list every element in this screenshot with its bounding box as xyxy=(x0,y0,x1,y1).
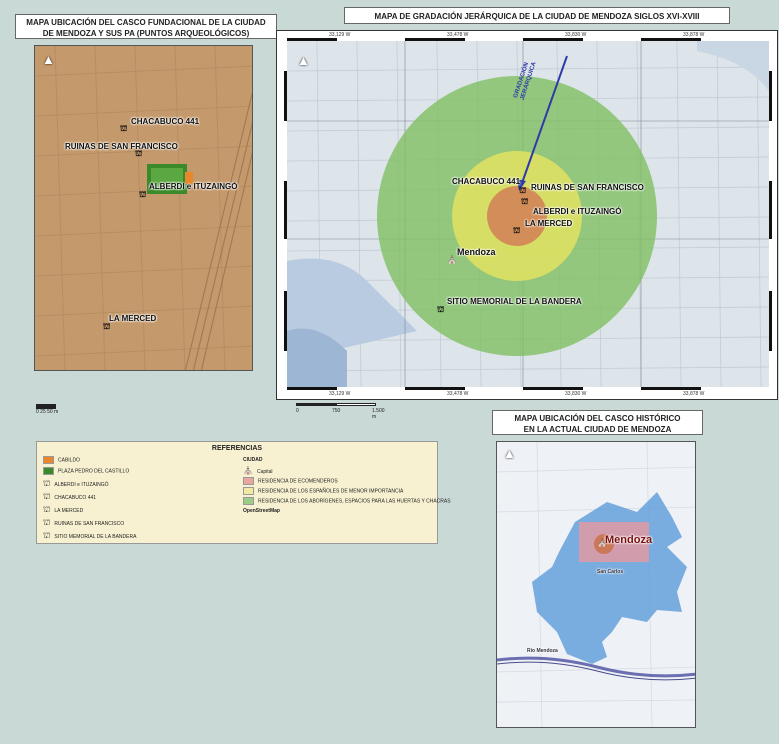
legend-item-espanoles: RESIDENCIA DE LOS ESPAÑOLES DE MENOR IMP… xyxy=(243,487,403,495)
map2-bottom-ticks: 33,129 W 33,478 W 33,830 W 33,878 W xyxy=(277,389,777,399)
north-arrow-icon: ▲ xyxy=(42,52,55,67)
legend-label: RESIDENCIA DE LOS ABORÍGENES, ESPACIOS P… xyxy=(258,498,451,505)
map3-frame[interactable]: ▲ ⛪ Mendoza San Carlos Río Mendoza xyxy=(496,441,696,728)
legend-label: SITIO MEMORIAL DE LA BANDERA xyxy=(54,534,137,540)
map3-label-mendoza: Mendoza xyxy=(605,534,653,546)
tick-label: 33,878 W xyxy=(683,391,705,397)
ruin-icon: ⛫ xyxy=(437,305,445,314)
legend-label: ALBERDI e ITUZAINGÓ xyxy=(54,482,109,488)
legend-item-aborigenes: RESIDENCIA DE LOS ABORÍGENES, ESPACIOS P… xyxy=(243,497,451,505)
map2-label-sitio: SITIO MEMORIAL DE LA BANDERA xyxy=(447,297,582,306)
map1-label-chacabuco: CHACABUCO 441 xyxy=(131,117,200,126)
map3-title-line2: EN LA ACTUAL CIUDAD DE MENDOZA xyxy=(523,425,672,434)
legend-label: RESIDENCIA DE LOS ESPAÑOLES DE MENOR IMP… xyxy=(258,488,404,495)
ruin-icon: ⛫ xyxy=(103,322,111,331)
legend-label: LA MERCED xyxy=(54,508,84,514)
legend-item-encomenderos: RESIDENCIA DE ECOMENDEROS xyxy=(243,477,338,485)
legend-label: CABILDO xyxy=(58,457,80,464)
legend: REFERENCIAS CABILDO PLAZA PEDRO DEL CAST… xyxy=(36,441,451,544)
map1-title: MAPA UBICACIÓN DEL CASCO FUNDACIONAL DE … xyxy=(15,14,277,39)
map3-title-line1: MAPA UBICACIÓN DEL CASCO HISTÓRICO xyxy=(514,414,681,423)
map1-label-merced: LA MERCED xyxy=(109,314,157,323)
map2-label-mendoza: Mendoza xyxy=(457,247,496,257)
espanoles-swatch xyxy=(243,487,254,495)
ruin-icon: ⛫ xyxy=(139,190,147,199)
ruin-icon: ⛫ xyxy=(43,518,51,527)
map1-label-ruinas: RUINAS DE SAN FRANCISCO xyxy=(65,142,178,151)
map2-scale-2: 1.500 m xyxy=(372,408,385,420)
legend-label: RESIDENCIA DE ECOMENDEROS xyxy=(258,478,338,485)
legend-label: Capital xyxy=(256,469,273,475)
north-arrow-icon: ▲ xyxy=(503,446,516,461)
map1-frame[interactable]: ▲ ⛫ CHACABUCO 441 ⛫ RUINAS DE SAN FRANCI… xyxy=(34,45,253,371)
map1-title-line1: MAPA UBICACIÓN DEL CASCO FUNDACIONAL DE … xyxy=(26,18,266,27)
legend-item-chacabuco: ⛫ CHACABUCO 441 xyxy=(43,492,96,502)
legend-label: PLAZA PEDRO DEL CASTILLO xyxy=(58,468,130,475)
legend-item-alberdi: ⛫ ALBERDI e ITUZAINGÓ xyxy=(43,479,109,489)
legend-ciudad-header: CIUDAD xyxy=(243,457,263,463)
legend-item-sitio: ⛫ SITIO MEMORIAL DE LA BANDERA xyxy=(43,531,136,541)
aborigenes-swatch xyxy=(243,497,254,505)
ruin-icon: ⛫ xyxy=(43,479,51,488)
map1-scale: 0 25 50 m xyxy=(36,404,58,415)
legend-title: REFERENCIAS xyxy=(211,445,263,452)
map3-river-label: Río Mendoza xyxy=(527,648,558,654)
map2-title-text: MAPA DE GRADACIÓN JERÁRQUICA DE LA CIUDA… xyxy=(374,12,700,21)
map2-frame[interactable]: 33,129 W 33,478 W 33,830 W 33,878 W ▲ GR… xyxy=(276,30,778,400)
map3-title: MAPA UBICACIÓN DEL CASCO HISTÓRICO EN LA… xyxy=(492,410,703,435)
map2-label-alberdi: ALBERDI e ITUZAINGÓ xyxy=(533,207,622,216)
map1-label-alberdi: ALBERDI e ITUZAINGÓ xyxy=(149,182,238,191)
legend-osm: OpenStreetMap xyxy=(243,508,280,514)
map2-label-ruinas: RUINAS DE SAN FRANCISCO xyxy=(531,183,644,192)
map2-scale-0: 0 xyxy=(296,408,299,414)
tick-label: 33,129 W xyxy=(329,391,351,397)
tick-label: 33,478 W xyxy=(447,391,469,397)
legend-item-merced: ⛫ LA MERCED xyxy=(43,505,83,515)
capital-icon: ⛪ xyxy=(447,255,457,264)
map2-scale: 0 750 1.500 m xyxy=(296,403,386,420)
map1-title-line2: DE MENDOZA Y SUS PA (PUNTOS ARQUEOLÓGICO… xyxy=(42,29,250,38)
legend-item-ruinas: ⛫ RUINAS DE SAN FRANCISCO xyxy=(43,518,124,528)
map2-label-merced: LA MERCED xyxy=(525,219,573,228)
ruin-icon: ⛫ xyxy=(43,531,51,540)
north-arrow-icon: ▲ xyxy=(297,53,310,68)
map2-title: MAPA DE GRADACIÓN JERÁRQUICA DE LA CIUDA… xyxy=(344,7,730,24)
map3-basemap xyxy=(497,442,695,727)
legend-label: RUINAS DE SAN FRANCISCO xyxy=(54,521,125,527)
legend-item-capital: ⛪ Capital xyxy=(243,466,273,475)
ruin-icon: ⛫ xyxy=(513,226,521,235)
legend-item-cabildo: CABILDO xyxy=(43,456,80,464)
ruin-icon: ⛫ xyxy=(519,186,527,195)
capital-icon: ⛪ xyxy=(243,466,253,475)
map1-scale-text: 0 25 50 m xyxy=(36,409,59,415)
encomenderos-swatch xyxy=(243,477,254,485)
cabildo-swatch xyxy=(43,456,54,464)
plaza-swatch xyxy=(43,467,54,475)
map3-label-sub: San Carlos xyxy=(597,569,624,575)
ruin-icon: ⛫ xyxy=(43,492,51,501)
legend-item-plaza: PLAZA PEDRO DEL CASTILLO xyxy=(43,467,129,475)
map2-label-chacabuco: CHACABUCO 441 xyxy=(452,177,521,186)
ruin-icon: ⛫ xyxy=(43,505,51,514)
map2-scale-1: 750 xyxy=(332,408,341,414)
ruin-icon: ⛫ xyxy=(120,124,128,133)
ruin-icon: ⛫ xyxy=(521,197,529,206)
legend-label: CHACABUCO 441 xyxy=(54,495,97,501)
tick-label: 33,830 W xyxy=(565,391,587,397)
